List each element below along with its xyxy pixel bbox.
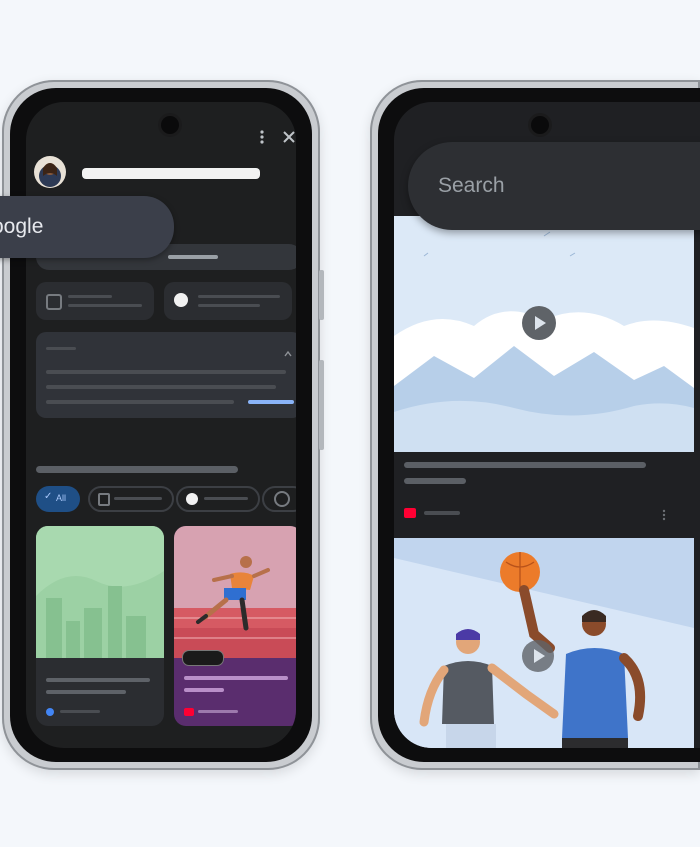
more-options-icon[interactable] [662, 508, 666, 526]
page-title-placeholder [82, 168, 260, 179]
play-button-icon[interactable] [522, 640, 554, 672]
info-panel [36, 332, 296, 418]
source-label [60, 710, 100, 713]
source-dot-icon [46, 708, 54, 716]
chip-label [204, 497, 248, 500]
settings-icon [274, 491, 290, 507]
panel-heading [46, 347, 76, 350]
filter-chip-all[interactable]: ✓ All [36, 486, 80, 512]
chip-label [114, 497, 162, 500]
video-info [394, 452, 694, 534]
account-icon [46, 294, 62, 310]
filter-chip-3[interactable] [176, 486, 260, 512]
card-line [68, 295, 112, 298]
city-illustration [36, 526, 164, 658]
search-placeholder: Search [438, 174, 505, 197]
video-thumbnail-basketball[interactable] [394, 538, 694, 748]
front-camera [161, 116, 179, 134]
dot-icon [186, 493, 198, 505]
youtube-icon [404, 508, 416, 518]
play-button-icon[interactable] [522, 306, 556, 340]
panel-line [46, 385, 276, 389]
google-search-chip-label: oogle [0, 215, 44, 238]
tab-label[interactable] [168, 255, 218, 259]
volume-button [319, 270, 324, 320]
card-title-line [184, 676, 288, 680]
power-button [319, 360, 324, 450]
card-line [198, 295, 280, 298]
duration-badge [182, 650, 224, 666]
video-thumbnail-mountains[interactable] [394, 216, 694, 452]
card-title-line [46, 690, 126, 694]
check-icon: ✓ [44, 491, 53, 502]
section-heading [36, 466, 238, 473]
runner-illustration [174, 526, 296, 658]
filter-chip-2[interactable] [88, 486, 174, 512]
account-card[interactable] [36, 282, 154, 320]
card-title-line [184, 688, 224, 692]
chevron-up-icon[interactable] [284, 344, 292, 362]
search-bar[interactable]: Search [408, 142, 700, 230]
source-label [198, 710, 238, 713]
panel-line [46, 400, 234, 404]
more-options-icon[interactable] [260, 130, 264, 144]
channel-label [424, 511, 460, 515]
card-title-line [46, 678, 150, 682]
card-line [198, 304, 260, 307]
panel-link[interactable] [248, 400, 294, 404]
front-camera [531, 116, 549, 134]
result-card-city[interactable] [36, 526, 164, 726]
card-line [68, 304, 142, 307]
video-title-line [404, 462, 646, 468]
result-card-runner[interactable] [174, 526, 296, 726]
youtube-icon [184, 708, 194, 716]
left-phone: ✓ All [2, 80, 324, 770]
theme-dot-icon [174, 293, 188, 307]
video-title-line [404, 478, 466, 484]
bag-icon [98, 493, 110, 506]
panel-line [46, 370, 286, 374]
filter-chip-4[interactable] [262, 486, 296, 512]
close-icon[interactable] [282, 130, 296, 144]
filter-chip-all-label: All [56, 493, 67, 503]
avatar[interactable] [34, 156, 66, 188]
google-search-chip[interactable]: oogle [0, 196, 174, 258]
theme-card[interactable] [164, 282, 292, 320]
